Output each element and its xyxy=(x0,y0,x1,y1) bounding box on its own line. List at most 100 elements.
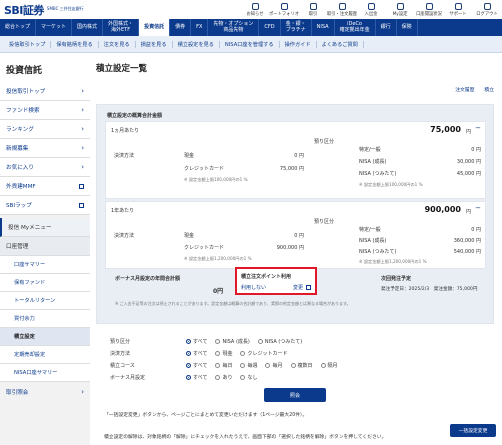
main-nav-item[interactable]: 銀行 xyxy=(376,19,397,36)
support-button[interactable]: サポート xyxy=(447,2,469,17)
sub-nav-item[interactable]: よくあるご質問 xyxy=(317,40,364,48)
main-nav-item[interactable]: 債券 xyxy=(170,19,192,36)
collapse-icon[interactable]: − xyxy=(475,124,481,132)
radio-icon[interactable] xyxy=(240,351,246,356)
sidebar-sub-item[interactable]: トータルリターン xyxy=(0,292,90,310)
point-value: 利用しない xyxy=(241,285,267,291)
radio-icon[interactable] xyxy=(290,363,296,368)
radio-icon[interactable] xyxy=(320,363,326,368)
radio-icon[interactable] xyxy=(240,363,246,368)
radio-option[interactable]: なし xyxy=(240,374,257,381)
sidebar-item-inquiry[interactable]: 取引照会 › xyxy=(0,382,90,401)
radio-option[interactable]: NISA (成長) xyxy=(215,338,250,345)
main-nav-item[interactable]: FX xyxy=(191,19,209,36)
bulk-change-button[interactable]: 一括設定変更 xyxy=(450,424,496,437)
sidebar-item-label: お気に入り xyxy=(6,165,34,171)
portfolio-icon xyxy=(280,2,288,10)
point-change-link[interactable]: 変更 xyxy=(293,284,303,291)
main-nav-item[interactable]: 保険 xyxy=(397,19,418,36)
main-nav-item[interactable]: 金・銀・ プラチナ xyxy=(281,19,312,36)
sidebar-item[interactable]: ランキング › xyxy=(0,120,90,139)
sub-nav-item[interactable]: 積立設定を見る xyxy=(173,40,220,48)
filter-label: ボーナス月設定 xyxy=(110,375,146,381)
portfolio-button[interactable]: ポートフォリオ xyxy=(269,2,299,17)
sidebar-item[interactable]: ファンド検索 › xyxy=(0,101,90,120)
mypage-button[interactable]: My設定 xyxy=(389,2,411,17)
sub-nav-item[interactable]: 損益を見る xyxy=(136,40,173,48)
radio-option[interactable]: 毎日 xyxy=(215,362,232,369)
radio-icon[interactable] xyxy=(257,339,263,344)
radio-option[interactable]: 複数日 xyxy=(290,362,313,369)
main-nav-item[interactable]: CFD xyxy=(259,19,281,36)
radio-icon[interactable] xyxy=(215,351,221,356)
sidebar-sub-item[interactable]: NISA口座サマリー xyxy=(0,364,90,382)
logout-button[interactable]: ログアウト xyxy=(476,2,498,17)
main-nav-item[interactable]: 外国株式・ 海外ETF xyxy=(103,19,140,36)
sidebar-section-account[interactable]: 口座管理 xyxy=(0,237,90,256)
sidebar-sub-item[interactable]: 買付余力 xyxy=(0,310,90,328)
radio-icon[interactable] xyxy=(265,363,271,368)
radio-option[interactable]: すべて xyxy=(186,362,207,369)
sub-nav: 投信取引トップ 保有銘柄を見る 注文を見る 損益を見る 積立設定を見る NISA口座を管理… xyxy=(0,36,502,53)
radio-icon[interactable] xyxy=(215,363,221,368)
radio-icon[interactable] xyxy=(215,339,221,344)
radio-option[interactable]: 毎週 xyxy=(240,362,257,369)
tsumitate-link[interactable]: 積立 xyxy=(484,86,494,93)
sidebar-sub-item[interactable]: 口座サマリー xyxy=(0,256,90,274)
main-nav-item[interactable]: 総合トップ xyxy=(0,19,37,36)
radio-option[interactable]: すべて xyxy=(186,374,207,381)
deposit-button[interactable]: 入出金 xyxy=(360,2,382,17)
radio-option[interactable]: 現金 xyxy=(215,350,232,357)
search-button[interactable]: 照会 xyxy=(264,388,326,402)
radio-option[interactable]: あり xyxy=(215,374,232,381)
radio-icon[interactable] xyxy=(186,375,191,380)
ideco-button[interactable]: 口座開設状況 xyxy=(416,2,442,17)
sidebar-item[interactable]: 外貨建MMF xyxy=(0,177,90,196)
radio-option[interactable]: 毎月 xyxy=(265,362,283,369)
sidebar-item[interactable]: お気に入り › xyxy=(0,158,90,177)
main-nav-item[interactable]: 投資信託 xyxy=(139,19,171,36)
notice-button[interactable]: お知らせ xyxy=(244,2,266,17)
header-icon-label: ポートフォリオ xyxy=(268,11,300,17)
main-nav-item[interactable]: マーケット xyxy=(36,19,73,36)
transfer-button[interactable]: 取引 xyxy=(302,2,324,17)
order-history-link[interactable]: 注文履歴 xyxy=(455,86,474,93)
main-nav-item[interactable]: NISA xyxy=(312,19,335,36)
radio-option[interactable]: NISA (つみたて) xyxy=(257,338,302,345)
history-icon xyxy=(338,2,346,10)
radio-icon[interactable] xyxy=(215,375,221,380)
header-icons: お知らせ ポートフォリオ 取引 取引・注文履歴 入出金 My設定 口座開設状況 サポート ログア… xyxy=(244,2,498,17)
collapse-icon[interactable]: − xyxy=(475,204,481,212)
radio-icon[interactable] xyxy=(186,351,191,356)
radio-label: すべて xyxy=(193,351,208,357)
sidebar-sub-item[interactable]: 積立設定 xyxy=(0,328,90,346)
radio-option[interactable]: すべて xyxy=(186,350,207,357)
sidebar-item[interactable]: SBIラップ xyxy=(0,196,90,215)
sub-nav-item[interactable]: 保有銘柄を見る xyxy=(51,40,99,48)
sidebar-sub-item[interactable]: 定期売却設定 xyxy=(0,346,90,364)
sidebar-sub-item[interactable]: 保有ファンド xyxy=(0,274,90,292)
radio-icon[interactable] xyxy=(186,363,191,368)
history-button[interactable]: 取引・注文履歴 xyxy=(327,2,357,17)
radio-icon[interactable] xyxy=(240,375,246,380)
support-icon xyxy=(454,2,462,10)
main-nav-item[interactable]: iDeCo 確定拠出年金 xyxy=(335,19,376,36)
main-nav-item[interactable]: 先物・オプション 商品先物 xyxy=(208,19,260,36)
ideco-icon xyxy=(425,2,433,10)
point-usage-box: 積立注文ポイント利用 利用しない 変更 xyxy=(235,267,317,295)
sub-nav-item[interactable]: 操作ガイド xyxy=(280,40,317,48)
sidebar-section-my: 投信 Myメニュー xyxy=(0,218,90,237)
main-nav-item[interactable]: 国内株式 xyxy=(72,19,104,36)
sbi-logo[interactable]: SBI証券 SMBC 三井住友銀行 xyxy=(4,2,84,18)
sub-nav-item[interactable]: NISA口座を管理する xyxy=(220,40,280,48)
radio-option[interactable]: 隔月 xyxy=(320,362,338,369)
radio-option[interactable]: クレジットカード xyxy=(240,350,287,357)
sidebar-item[interactable]: 新規募集 › xyxy=(0,139,90,158)
radio-icon[interactable] xyxy=(186,339,191,344)
header-icon-label: 口座開設状況 xyxy=(416,11,442,17)
sidebar-item[interactable]: 投信取引トップ › xyxy=(0,82,90,101)
sub-nav-item[interactable]: 投信取引トップ xyxy=(4,40,52,48)
radio-option[interactable]: すべて xyxy=(186,338,207,345)
sidebar-item-label: 新規募集 xyxy=(6,146,29,152)
sub-nav-item[interactable]: 注文を見る xyxy=(99,40,136,48)
